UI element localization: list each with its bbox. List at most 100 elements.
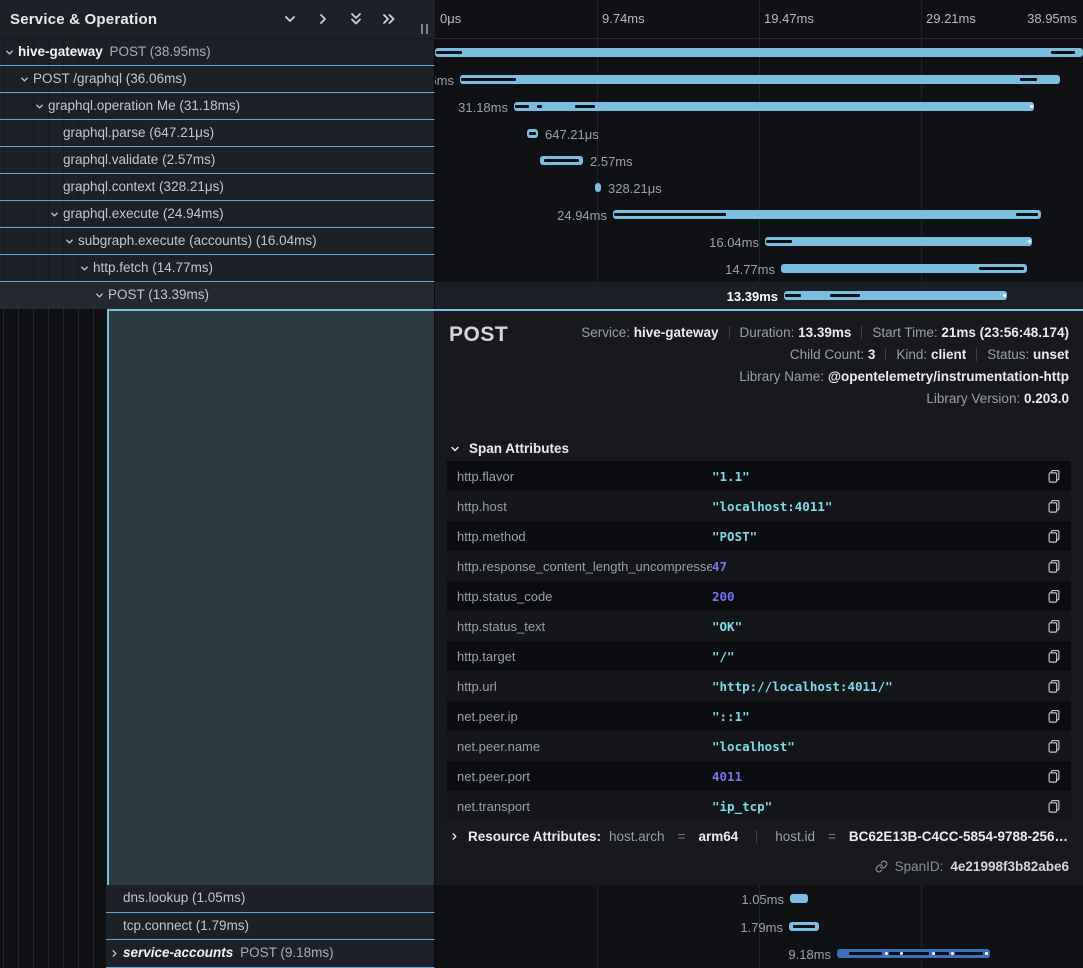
span-row: graphql.execute (24.94ms)24.94ms: [0, 201, 1083, 228]
span-bar[interactable]: [781, 264, 1027, 273]
chevron-down-icon[interactable]: [79, 263, 90, 274]
link-icon[interactable]: [875, 860, 888, 873]
span-meta-line: Library Name: @opentelemetry/instrumenta…: [581, 366, 1069, 388]
span-bar[interactable]: [540, 156, 583, 165]
span-row-name-cell[interactable]: subgraph.execute (accounts) (16.04ms): [0, 228, 435, 255]
span-row-timeline-cell[interactable]: 328.21μs: [435, 174, 1083, 201]
copy-icon[interactable]: [1047, 529, 1061, 543]
copy-icon[interactable]: [1047, 739, 1061, 753]
attribute-row: http.response_content_length_uncompresse…: [447, 551, 1071, 581]
span-row-timeline-cell[interactable]: 9.18ms: [435, 940, 1083, 968]
span-event-dot: [1003, 294, 1006, 297]
span-row-timeline-cell[interactable]: 36.06ms: [435, 66, 1083, 93]
resource-attributes-title: Resource Attributes:: [468, 829, 601, 844]
timeline-tick: 38.95ms: [1027, 11, 1077, 26]
attribute-key: http.target: [457, 649, 712, 664]
span-bar[interactable]: [765, 237, 1032, 246]
resource-attributes-row[interactable]: Resource Attributes:host.arch=arm64host.…: [449, 829, 1071, 844]
operation-name: POST (38.95ms): [103, 44, 211, 59]
attribute-value: "localhost": [712, 739, 1039, 754]
collapse-all-icon[interactable]: [348, 11, 364, 27]
span-id-label: SpanID:: [895, 859, 944, 874]
span-row-name-cell[interactable]: graphql.context (328.21μs): [0, 174, 435, 201]
span-row-timeline-cell[interactable]: 16.04ms: [435, 228, 1083, 255]
critical-path-segment: [515, 105, 529, 108]
expand-one-icon[interactable]: [315, 11, 331, 27]
span-row-timeline-cell[interactable]: 1.05ms: [435, 885, 1083, 913]
chevron-down-icon[interactable]: [4, 47, 15, 58]
attribute-row: net.transport"ip_tcp": [447, 791, 1071, 821]
copy-icon[interactable]: [1047, 559, 1061, 573]
span-row-name-cell[interactable]: graphql.execute (24.94ms): [0, 201, 435, 228]
span-row: POST (13.39ms) 13.39ms: [0, 282, 1083, 309]
critical-path-segment: [849, 952, 882, 955]
copy-icon[interactable]: [1047, 799, 1061, 813]
attribute-key: http.status_text: [457, 619, 712, 634]
span-meta-line: Library Version: 0.203.0: [581, 388, 1069, 410]
span-bar[interactable]: [460, 75, 1060, 84]
copy-icon[interactable]: [1047, 709, 1061, 723]
copy-icon[interactable]: [1047, 499, 1061, 513]
span-bar[interactable]: [527, 129, 538, 138]
collapse-one-icon[interactable]: [282, 11, 298, 27]
meta-value: 0.203.0: [1024, 391, 1069, 406]
meta-value: 13.39ms: [798, 325, 851, 340]
copy-icon[interactable]: [1047, 649, 1061, 663]
span-row-timeline-cell[interactable]: 2.57ms: [435, 147, 1083, 174]
copy-icon[interactable]: [1047, 769, 1061, 783]
span-row-name-cell[interactable]: graphql.operation Me (31.18ms): [0, 93, 435, 120]
expand-all-icon[interactable]: [381, 11, 397, 27]
span-row-timeline-cell[interactable]: 13.39ms: [435, 282, 1083, 309]
span-row-name-cell[interactable]: service-accounts POST (9.18ms): [106, 940, 435, 968]
span-row-name-cell[interactable]: POST (13.39ms): [0, 282, 435, 309]
copy-icon[interactable]: [1047, 619, 1061, 633]
chevron-down-icon[interactable]: [19, 74, 30, 85]
copy-icon[interactable]: [1047, 589, 1061, 603]
span-row-name-cell[interactable]: http.fetch (14.77ms): [0, 255, 435, 282]
span-row-name-cell[interactable]: dns.lookup (1.05ms): [106, 885, 435, 913]
panel-resize-handle[interactable]: [421, 24, 428, 34]
span-bar[interactable]: [789, 922, 819, 931]
span-row-name-cell[interactable]: graphql.parse (647.21μs): [0, 120, 435, 147]
attribute-key: net.peer.ip: [457, 709, 712, 724]
span-row-name-cell[interactable]: tcp.connect (1.79ms): [106, 913, 435, 941]
chevron-down-icon[interactable]: [49, 209, 60, 220]
span-row-timeline-cell[interactable]: 647.21μs: [435, 120, 1083, 147]
span-row-name-cell[interactable]: POST /graphql (36.06ms): [0, 66, 435, 93]
span-bar[interactable]: [514, 102, 1034, 111]
span-duration-label: 2.57ms: [590, 154, 633, 169]
attribute-value: "http://localhost:4011/": [712, 679, 1039, 694]
span-row-name-cell[interactable]: hive-gateway POST (38.95ms): [0, 39, 435, 66]
span-duration-label: 13.39ms: [727, 289, 778, 304]
span-row-name-cell[interactable]: graphql.validate (2.57ms): [0, 147, 435, 174]
span-row-timeline-cell[interactable]: 31.18ms: [435, 93, 1083, 120]
attribute-value: 4011: [712, 769, 1039, 784]
span-bar[interactable]: [790, 894, 808, 903]
critical-path-segment: [766, 240, 792, 243]
span-row-timeline-cell[interactable]: 1.79ms: [435, 913, 1083, 941]
attribute-row: http.host"localhost:4011": [447, 491, 1071, 521]
chevron-down-icon[interactable]: [64, 236, 75, 247]
span-duration-label: 14.77ms: [725, 262, 775, 277]
span-row-timeline-cell[interactable]: 14.77ms: [435, 255, 1083, 282]
copy-icon[interactable]: [1047, 469, 1061, 483]
meta-label: Start Time:: [872, 325, 941, 340]
span-row-timeline-cell[interactable]: 38.95ms: [435, 39, 1083, 66]
chevron-down-icon[interactable]: [94, 290, 105, 301]
span-bar[interactable]: [595, 183, 601, 192]
span-duration-label: 1.79ms: [740, 920, 783, 935]
meta-label: Duration:: [740, 325, 799, 340]
attribute-row: net.peer.ip"::1": [447, 701, 1071, 731]
span-attributes-header[interactable]: Span Attributes: [449, 441, 569, 456]
chevron-down-icon[interactable]: [34, 101, 45, 112]
span-bar[interactable]: [435, 48, 1083, 57]
attribute-row: http.url"http://localhost:4011/": [447, 671, 1071, 701]
copy-icon[interactable]: [1047, 679, 1061, 693]
attribute-value: "/": [712, 649, 1039, 664]
span-bar[interactable]: [613, 210, 1041, 219]
span-bar[interactable]: [784, 291, 1007, 300]
span-row-timeline-cell[interactable]: 24.94ms: [435, 201, 1083, 228]
timeline-tick: 19.47ms: [764, 11, 814, 26]
span-bar[interactable]: [837, 949, 990, 958]
chevron-right-icon[interactable]: [109, 948, 120, 959]
